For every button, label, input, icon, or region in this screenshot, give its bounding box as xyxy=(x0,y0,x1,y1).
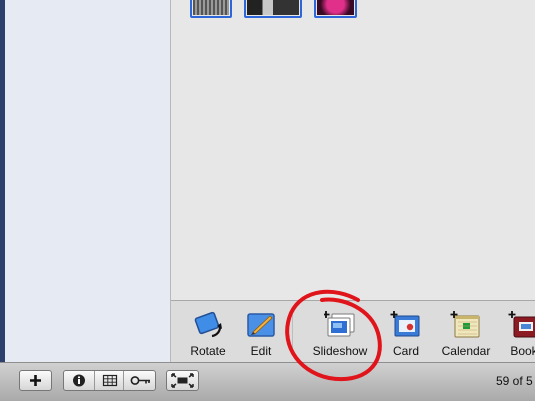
edit-label: Edit xyxy=(250,344,272,358)
card-label: Card xyxy=(392,344,419,358)
key-icon xyxy=(130,376,150,385)
slideshow-icon xyxy=(324,311,355,337)
fullscreen-button[interactable] xyxy=(166,370,199,391)
toolbar-separator xyxy=(292,309,293,353)
bottom-toolbar: Rotate Edit Slideshow Card Calendar Book xyxy=(171,300,535,363)
photo-thumbnail[interactable] xyxy=(314,0,357,18)
book-label: Book xyxy=(510,344,535,358)
bottom-bar: 59 of 5 xyxy=(0,362,535,401)
calendar-label: Calendar xyxy=(441,344,491,358)
photo-thumbnail[interactable] xyxy=(190,0,232,18)
grid-icon xyxy=(102,374,117,387)
book-button[interactable]: Book xyxy=(501,301,535,363)
fullscreen-icon xyxy=(171,373,194,388)
card-button[interactable]: Card xyxy=(383,301,429,363)
calendar-button[interactable]: Calendar xyxy=(438,301,494,363)
pencil-icon xyxy=(247,313,275,337)
photo-thumbnail[interactable] xyxy=(244,0,302,18)
plus-icon xyxy=(30,375,41,386)
book-icon xyxy=(508,311,535,338)
source-list-sidebar[interactable] xyxy=(5,0,171,362)
calendar-icon xyxy=(450,311,480,338)
info-button[interactable] xyxy=(64,371,94,390)
card-icon xyxy=(390,311,420,337)
slideshow-label: Slideshow xyxy=(312,344,368,358)
grid-view-button[interactable] xyxy=(94,371,124,390)
photo-browser[interactable] xyxy=(171,0,535,300)
rotate-label: Rotate xyxy=(190,344,226,358)
keyword-button[interactable] xyxy=(123,371,156,390)
photo-count: 59 of 5 xyxy=(496,374,533,388)
info-icon xyxy=(73,374,85,387)
add-button[interactable] xyxy=(19,370,52,391)
rotate-icon xyxy=(194,311,222,338)
edit-button[interactable]: Edit xyxy=(238,301,284,363)
rotate-button[interactable]: Rotate xyxy=(183,301,233,363)
slideshow-button[interactable]: Slideshow xyxy=(308,301,372,363)
view-controls xyxy=(63,370,156,391)
